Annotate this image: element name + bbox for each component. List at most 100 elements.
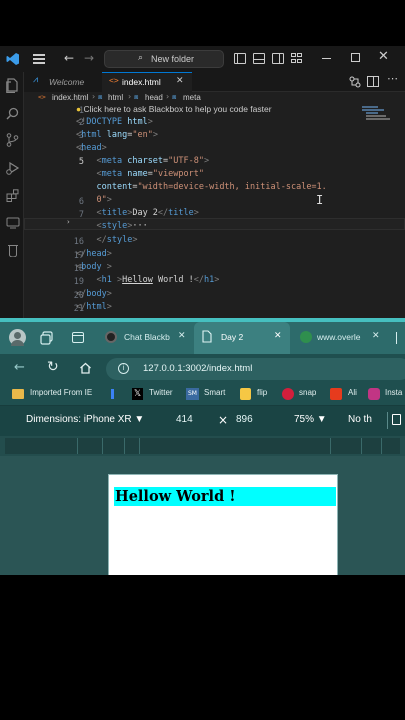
more-actions-icon[interactable]: ⋯: [387, 72, 398, 85]
code-line-7: <style>···: [96, 221, 148, 231]
vscode-tab-logo-icon: ⩘: [33, 75, 39, 85]
page-heading: Hellow World !: [114, 487, 336, 506]
browser-window: Chat Blackb ✕ Day 2 ✕ www.overle ✕ ← ↻ i…: [0, 318, 405, 575]
maximize-icon[interactable]: [351, 53, 360, 62]
forward-arrow-icon[interactable]: →: [84, 51, 94, 65]
code-line-16: </style>: [96, 235, 138, 245]
page-favicon-icon: [202, 330, 212, 343]
testing-icon[interactable]: [6, 244, 20, 257]
home-icon[interactable]: [79, 362, 92, 374]
back-icon[interactable]: ←: [14, 360, 25, 375]
bookmark-instagram[interactable]: Insta: [385, 388, 402, 397]
code-line-17: </head>: [76, 249, 112, 259]
tab-close-icon[interactable]: ✕: [178, 330, 186, 341]
line-number: 1: [78, 106, 84, 116]
new-tab-button[interactable]: [396, 332, 405, 344]
device-toolbar-more[interactable]: [387, 412, 401, 429]
compare-icon[interactable]: [349, 76, 361, 88]
code-line-20: </body>: [76, 289, 112, 299]
toggle-panel-icon[interactable]: [253, 53, 265, 64]
tab-close-icon[interactable]: ✕: [372, 330, 380, 341]
source-control-icon[interactable]: [6, 133, 19, 147]
tab-chat-blackbox-label: Chat Blackb: [124, 332, 170, 342]
tab-chat-blackbox[interactable]: Chat Blackb ✕: [98, 322, 190, 354]
code-editor[interactable]: ● Click here to ask Blackbox to help you…: [24, 104, 405, 318]
bookmark-imported-from-ie[interactable]: Imported From IE: [30, 388, 92, 397]
html-file-icon: <>: [109, 76, 119, 85]
tab-welcome-label: Welcome: [49, 77, 85, 87]
reload-icon[interactable]: ↻: [47, 359, 59, 375]
tab-overleaf-label: www.overle: [317, 332, 361, 342]
device-height-input[interactable]: 896: [236, 414, 253, 425]
browser-toolbar: ← ↻ i 127.0.0.1:3002/index.html: [0, 354, 405, 384]
blackbox-hint[interactable]: ● Click here to ask Blackbox to help you…: [76, 104, 272, 114]
tab-close-icon[interactable]: ✕: [176, 76, 184, 86]
breadcrumb-meta[interactable]: meta: [183, 93, 201, 102]
explorer-icon[interactable]: [6, 78, 19, 93]
menu-icon[interactable]: [33, 54, 45, 64]
bookmark-flip[interactable]: flip: [257, 388, 267, 397]
vscode-titlebar: ← → ⌕ New folder ✕: [0, 46, 405, 72]
emulated-viewport: Hellow World !: [0, 456, 405, 575]
minimap[interactable]: [362, 105, 392, 135]
code-line-18: <body >: [76, 262, 112, 272]
x-favicon-icon: 𝕏: [132, 388, 143, 400]
tab-welcome[interactable]: ⩘ Welcome: [24, 72, 102, 92]
code-line-5-wrap: content="width=device-width, initial-sca…: [96, 182, 327, 192]
code-line-19: <h1 >Hellow World !</h1>: [96, 275, 220, 285]
media-query-ruler: [0, 436, 405, 456]
throttle-select[interactable]: No th: [348, 414, 372, 425]
overleaf-favicon-icon: [300, 331, 312, 343]
url-text[interactable]: 127.0.0.1:3002/index.html: [143, 363, 252, 374]
close-window-icon[interactable]: ✕: [378, 49, 389, 64]
bookmark-ali[interactable]: Ali: [348, 388, 357, 397]
code-line-4: <meta charset="UTF-8">: [96, 156, 210, 166]
smart-favicon-icon: SM: [186, 388, 199, 400]
command-center-search[interactable]: ⌕ New folder: [104, 50, 224, 68]
ruler-track: [5, 438, 400, 454]
breadcrumb-sep-icon: ›: [128, 92, 132, 101]
zoom-select[interactable]: 75% ▼: [294, 414, 327, 425]
dropdown-caret-icon: ▼: [134, 414, 145, 425]
info-icon[interactable]: i: [118, 363, 129, 374]
tab-day-2[interactable]: Day 2 ✕: [194, 322, 290, 354]
run-debug-icon[interactable]: [6, 161, 20, 175]
tab-index-html-label: index.html: [122, 77, 161, 87]
code-line-5-wrap-2: 0">: [96, 195, 112, 205]
code-line-21: </html>: [76, 302, 112, 312]
toggle-sidebar-icon[interactable]: [234, 53, 246, 64]
blackbox-hint-text: Click here to ask Blackbox to help you c…: [83, 104, 272, 114]
split-editor-icon[interactable]: [367, 76, 379, 87]
code-line-3: <head>: [76, 143, 107, 153]
workspaces-icon[interactable]: [40, 331, 54, 345]
customize-layout-icon[interactable]: [291, 53, 303, 64]
search-sidebar-icon[interactable]: [6, 107, 19, 120]
search-icon: ⌕: [138, 53, 144, 63]
back-arrow-icon[interactable]: ←: [64, 51, 74, 65]
bookmark-snap[interactable]: snap: [299, 388, 316, 397]
tab-day-2-label: Day 2: [221, 332, 244, 342]
extensions-icon[interactable]: [6, 189, 19, 202]
dimension-separator: ×: [218, 413, 229, 427]
breadcrumb-sep-icon: ›: [166, 92, 170, 101]
instagram-favicon-icon: [368, 388, 380, 400]
breadcrumb-file[interactable]: index.html: [52, 93, 88, 102]
toggle-secondary-sidebar-icon[interactable]: [272, 53, 284, 64]
editor-tabs: ⩘ Welcome <> index.html ✕ ⋯: [24, 72, 405, 92]
remote-explorer-icon[interactable]: [6, 217, 20, 229]
device-select[interactable]: Dimensions: iPhone XR ▼: [26, 414, 144, 425]
address-bar[interactable]: i 127.0.0.1:3002/index.html: [106, 358, 405, 380]
vertical-tabs-icon[interactable]: [72, 332, 84, 343]
command-center-label: New folder: [151, 54, 195, 64]
profile-avatar[interactable]: [9, 329, 26, 346]
tab-close-icon[interactable]: ✕: [274, 330, 282, 341]
device-width-input[interactable]: 414: [176, 414, 193, 425]
bookmark-twitter[interactable]: Twitter: [149, 388, 173, 397]
tab-overleaf[interactable]: www.overle ✕: [295, 322, 385, 354]
bookmark-smart[interactable]: Smart: [204, 388, 225, 397]
tab-index-html[interactable]: <> index.html ✕: [102, 72, 192, 92]
breadcrumb-html[interactable]: html: [108, 93, 123, 102]
device-screen[interactable]: Hellow World !: [108, 474, 338, 575]
minimize-icon[interactable]: [322, 58, 331, 60]
breadcrumb-head[interactable]: head: [145, 93, 163, 102]
